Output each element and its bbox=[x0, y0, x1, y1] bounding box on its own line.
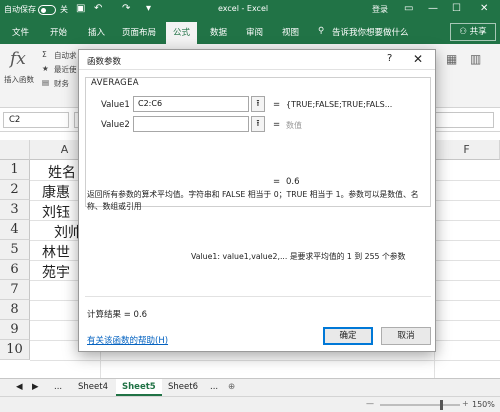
zoom-slider-thumb[interactable] bbox=[440, 400, 443, 410]
calc-result-label: 计算结果 = bbox=[87, 310, 131, 320]
finance-label[interactable]: 财务 bbox=[54, 78, 69, 89]
save-icon[interactable]: ▣ bbox=[76, 3, 85, 14]
row-header[interactable]: 2 bbox=[0, 180, 30, 200]
sheet-tab-bar: ◀ ▶ ... Sheet4 Sheet5 Sheet6 ... ⊕ bbox=[0, 378, 500, 396]
column-header-f[interactable]: F bbox=[434, 140, 500, 160]
value2-input[interactable] bbox=[133, 116, 249, 132]
title-bar: 自动保存 关 ▣ ↶ ↷ ▾ excel - Excel 登录 ▭ — ☐ ✕ bbox=[0, 0, 500, 20]
row-header[interactable]: 8 bbox=[0, 300, 30, 320]
result-value: 0.6 bbox=[286, 177, 300, 187]
calc-result-value: 0.6 bbox=[133, 310, 148, 320]
tab-review[interactable]: 审阅 bbox=[246, 26, 263, 38]
select-all-corner[interactable] bbox=[0, 140, 30, 160]
result-equals: = bbox=[273, 177, 281, 187]
sheet-tab-sheet5[interactable]: Sheet5 bbox=[116, 379, 162, 396]
ribbon-tabs: 文件 开始 插入 页面布局 公式 数据 审阅 视图 ⚲ 告诉我你想要做什么 ⚇ … bbox=[0, 20, 500, 44]
recent-label[interactable]: 最近使 bbox=[54, 64, 77, 75]
insert-function-label[interactable]: 插入函数 bbox=[4, 74, 34, 85]
cancel-button[interactable]: 取消 bbox=[381, 327, 431, 345]
calc-options-icon[interactable]: ▦ bbox=[446, 52, 457, 66]
tab-page-layout[interactable]: 页面布局 bbox=[122, 26, 156, 38]
value1-equals: = bbox=[273, 100, 281, 110]
cell[interactable]: 康惠 bbox=[42, 182, 70, 202]
cell[interactable]: 林世 bbox=[42, 242, 70, 262]
autosave-toggle[interactable] bbox=[38, 5, 56, 15]
dialog-title: 函数参数 bbox=[87, 57, 122, 67]
person-icon: ⚇ bbox=[459, 27, 467, 37]
value2-equals: = bbox=[273, 120, 281, 130]
autosave-state: 关 bbox=[60, 5, 68, 14]
tab-view[interactable]: 视图 bbox=[282, 26, 299, 38]
share-label: 共享 bbox=[469, 27, 487, 37]
autosum-label[interactable]: 自动求 bbox=[54, 50, 77, 61]
value1-collapse-icon[interactable]: ⭱ bbox=[251, 96, 265, 112]
row-header[interactable]: 3 bbox=[0, 200, 30, 220]
tab-insert[interactable]: 插入 bbox=[88, 26, 105, 38]
maximize-icon[interactable]: ☐ bbox=[452, 3, 461, 14]
row-header[interactable]: 1 bbox=[0, 160, 30, 180]
value2-collapse-icon[interactable]: ⭱ bbox=[251, 116, 265, 132]
undo-icon[interactable]: ↶ bbox=[94, 3, 102, 14]
argument-description: Value1: value1,value2,... 是要求平均值的 1 到 25… bbox=[191, 252, 406, 261]
tab-formulas[interactable]: 公式 bbox=[166, 22, 198, 44]
row-header[interactable]: 7 bbox=[0, 280, 30, 300]
autosave-label: 自动保存 bbox=[4, 5, 36, 14]
dialog-title-bar[interactable]: 函数参数 ? ✕ bbox=[79, 50, 435, 70]
row-header[interactable]: 4 bbox=[0, 220, 30, 240]
function-arguments-dialog: 函数参数 ? ✕ AVERAGEA Value1 C2:C6 ⭱ = {TRUE… bbox=[78, 49, 436, 352]
autosum-icon[interactable]: Σ bbox=[42, 50, 47, 59]
customize-qat-icon[interactable]: ▾ bbox=[146, 3, 151, 14]
value1-input[interactable]: C2:C6 bbox=[133, 96, 249, 112]
recent-icon[interactable]: ★ bbox=[42, 64, 49, 73]
divider bbox=[85, 296, 431, 297]
row-header[interactable]: 10 bbox=[0, 340, 30, 360]
login-link[interactable]: 登录 bbox=[372, 4, 388, 15]
redo-icon[interactable]: ↷ bbox=[122, 3, 130, 14]
function-name: AVERAGEA bbox=[89, 78, 141, 88]
finance-icon[interactable]: ▤ bbox=[42, 78, 49, 87]
function-help-link[interactable]: 有关该函数的帮助(H) bbox=[87, 334, 168, 346]
tab-home[interactable]: 开始 bbox=[50, 26, 67, 38]
zoom-slider[interactable] bbox=[380, 404, 460, 406]
scroll-right-icon[interactable]: ▶ bbox=[26, 379, 45, 396]
lightbulb-icon: ⚲ bbox=[318, 26, 325, 36]
tab-data[interactable]: 数据 bbox=[210, 26, 227, 38]
cell[interactable]: 姓名 bbox=[48, 162, 76, 182]
help-icon[interactable]: ? bbox=[387, 53, 392, 64]
zoom-level[interactable]: 150% bbox=[472, 400, 495, 409]
zoom-out-icon[interactable]: — bbox=[366, 399, 374, 408]
sheet-tab-sheet6[interactable]: Sheet6 bbox=[162, 379, 204, 396]
ribbon-display-icon[interactable]: ▭ bbox=[404, 3, 413, 14]
function-description: 返回所有参数的算术平均值。字符串和 FALSE 相当于 0；TRUE 相当于 1… bbox=[87, 190, 419, 211]
value1-label: Value1 bbox=[101, 100, 130, 110]
insert-function-icon[interactable]: fx bbox=[10, 49, 26, 69]
tell-me-search[interactable]: 告诉我你想要做什么 bbox=[332, 26, 409, 38]
more-sheets-left[interactable]: ... bbox=[48, 379, 68, 396]
window-title: excel - Excel bbox=[218, 4, 269, 13]
value1-preview: {TRUE;FALSE;TRUE;FALS... bbox=[286, 100, 393, 109]
calc-now-icon[interactable]: ▥ bbox=[470, 52, 481, 66]
minimize-icon[interactable]: — bbox=[428, 3, 438, 14]
share-button[interactable]: ⚇ 共享 bbox=[450, 23, 496, 41]
close-icon[interactable]: ✕ bbox=[413, 52, 423, 66]
tab-file[interactable]: 文件 bbox=[12, 26, 29, 38]
status-bar: — + 150% bbox=[0, 396, 500, 412]
row-header[interactable]: 9 bbox=[0, 320, 30, 340]
close-window-icon[interactable]: ✕ bbox=[480, 3, 488, 14]
value2-preview: 数值 bbox=[286, 121, 302, 130]
ok-button[interactable]: 确定 bbox=[323, 327, 373, 345]
add-sheet-icon[interactable]: ⊕ bbox=[222, 379, 241, 396]
row-header[interactable]: 6 bbox=[0, 260, 30, 280]
name-box[interactable]: C2 bbox=[3, 112, 69, 128]
cell[interactable]: 刘钰 bbox=[42, 202, 70, 222]
calc-result: 计算结果 = 0.6 bbox=[87, 308, 147, 320]
row-header[interactable]: 5 bbox=[0, 240, 30, 260]
cell[interactable]: 苑宇 bbox=[42, 262, 70, 282]
sheet-tab-sheet4[interactable]: Sheet4 bbox=[72, 379, 114, 396]
value2-label: Value2 bbox=[101, 120, 130, 130]
zoom-in-icon[interactable]: + bbox=[462, 399, 469, 408]
